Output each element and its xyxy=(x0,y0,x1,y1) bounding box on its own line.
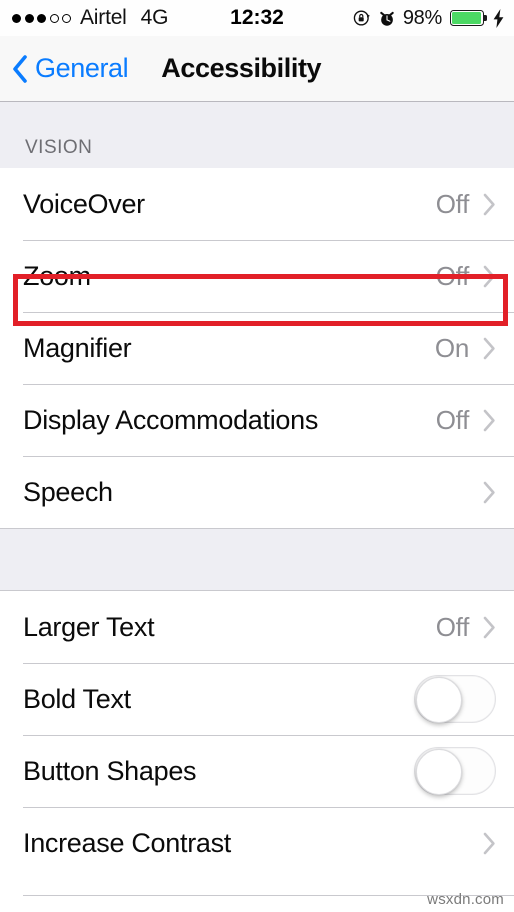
row-label: Button Shapes xyxy=(23,755,197,786)
battery-cap xyxy=(484,15,488,22)
status-bar-clock: 12:32 xyxy=(230,6,284,29)
lightning-bolt-icon xyxy=(493,8,504,28)
section-header-vision: VISION xyxy=(0,102,514,168)
watermark: wsxdn.com xyxy=(427,891,504,908)
row-value: On xyxy=(434,332,469,363)
row-label: Zoom xyxy=(23,260,91,291)
chevron-right-icon xyxy=(483,616,495,638)
back-button-label: General xyxy=(35,53,129,83)
settings-row-magnifier[interactable]: Magnifier On xyxy=(0,312,514,384)
iphone-screen: Airtel 4G 12:32 98% General Accessibilit… xyxy=(0,0,514,912)
settings-row-bold-text[interactable]: Bold Text xyxy=(0,663,514,735)
row-label: VoiceOver xyxy=(23,188,145,219)
section-header-label: VISION xyxy=(25,137,93,158)
row-value: Off xyxy=(435,260,470,291)
settings-row-voiceover[interactable]: VoiceOver Off xyxy=(0,168,514,240)
bold-text-toggle[interactable] xyxy=(414,675,496,723)
settings-table: VISION VoiceOver Off Zoom Off Magnifier xyxy=(0,102,514,896)
row-label: Bold Text xyxy=(23,683,131,714)
settings-group-vision: VoiceOver Off Zoom Off Magnifier On Disp… xyxy=(0,168,514,528)
chevron-right-icon xyxy=(483,832,495,854)
back-button[interactable]: General xyxy=(12,53,129,84)
toggle-knob xyxy=(416,677,462,723)
battery-icon xyxy=(450,10,488,26)
chevron-right-icon xyxy=(483,337,495,359)
row-label: Larger Text xyxy=(23,611,155,642)
row-value: Off xyxy=(435,611,470,642)
status-bar: Airtel 4G 12:32 98% xyxy=(0,0,514,36)
settings-row-larger-text[interactable]: Larger Text Off xyxy=(0,591,514,663)
battery-percentage: 98% xyxy=(402,6,442,29)
section-gap xyxy=(0,528,514,591)
chevron-right-icon xyxy=(483,193,495,215)
alarm-clock-icon xyxy=(380,11,394,26)
row-label: Display Accommodations xyxy=(23,404,319,435)
settings-row-zoom[interactable]: Zoom Off xyxy=(0,240,514,312)
chevron-right-icon xyxy=(483,409,495,431)
rotation-lock-icon xyxy=(353,10,370,26)
page-title: Accessibility xyxy=(161,53,322,83)
chevron-right-icon xyxy=(483,481,495,503)
settings-row-speech[interactable]: Speech xyxy=(0,456,514,528)
row-label: Speech xyxy=(23,476,113,507)
navigation-bar: General Accessibility xyxy=(0,36,514,102)
chevron-left-icon xyxy=(13,54,27,83)
toggle-knob xyxy=(416,749,462,795)
row-value: Off xyxy=(435,404,470,435)
row-label: Increase Contrast xyxy=(23,827,231,858)
settings-row-display-accommodations[interactable]: Display Accommodations Off xyxy=(0,384,514,456)
button-shapes-toggle[interactable] xyxy=(414,747,496,795)
row-label: Magnifier xyxy=(23,332,132,363)
settings-row-increase-contrast[interactable]: Increase Contrast xyxy=(0,807,514,879)
status-bar-right: 98% xyxy=(353,0,504,36)
settings-group-text: Larger Text Off Bold Text Button Shapes xyxy=(0,591,514,879)
battery-fill xyxy=(452,12,482,24)
settings-row-button-shapes[interactable]: Button Shapes xyxy=(0,735,514,807)
row-value: Off xyxy=(435,188,470,219)
chevron-right-icon xyxy=(483,265,495,287)
